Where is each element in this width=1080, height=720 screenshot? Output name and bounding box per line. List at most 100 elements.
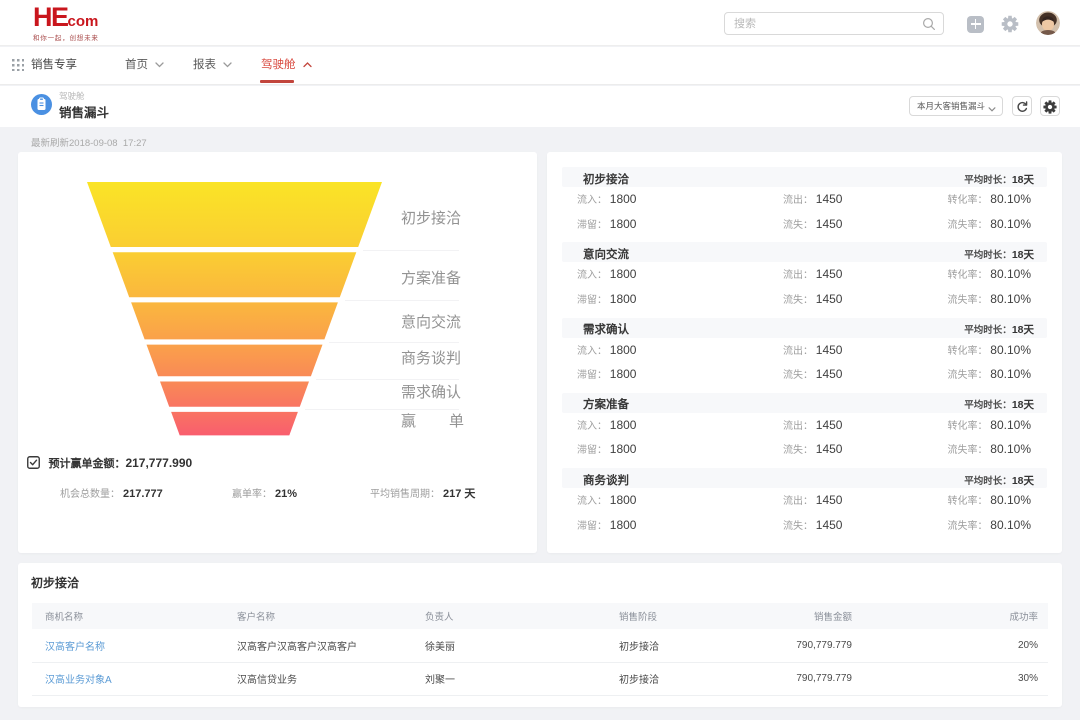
stat-value: 1800	[610, 267, 637, 281]
stage-stat: 流出： 1450	[783, 417, 842, 432]
stat-value: 1450	[816, 442, 843, 456]
table-col-header: 负责人	[412, 603, 606, 629]
logo-com-text: com	[68, 13, 99, 30]
summary-item-value: 21%	[275, 488, 297, 500]
workspace-name[interactable]: 销售专享	[31, 56, 77, 72]
funnel-filter-select[interactable]: 本月大客销售漏斗	[909, 96, 1003, 116]
funnel-stage-label: 意向交流	[401, 315, 464, 331]
stat-label: 滞留：	[577, 521, 607, 532]
stage-stat: 流失率： 80.10%	[948, 291, 1031, 306]
table-row: 汉高业务对象A汉高信贷业务刘聚一初步接洽790,779.77930%	[32, 662, 1048, 695]
table-cell: 20%	[862, 629, 1048, 662]
breadcrumb: 驾驶舱	[59, 90, 85, 102]
opportunity-table-card: 初步接洽 商机名称客户名称负责人销售阶段销售金额成功率 汉高客户名称汉高客户汉高…	[18, 563, 1062, 707]
user-avatar[interactable]	[1036, 11, 1060, 35]
dashboard-badge-icon	[31, 94, 52, 115]
nav-item-cockpit[interactable]: 驾驶舱	[261, 56, 312, 72]
funnel-card: 初步接洽方案准备意向交流商务谈判需求确认赢单 预计赢单金额：217,777.99…	[18, 152, 537, 553]
stage-stat: 流失： 1450	[783, 216, 842, 231]
stage-stat: 流失率： 80.10%	[948, 366, 1031, 381]
table-col-header: 成功率	[862, 603, 1048, 629]
funnel-segment[interactable]	[87, 182, 382, 247]
funnel-stage-label: 初步接洽	[401, 211, 464, 227]
stat-label: 转化率：	[948, 421, 988, 432]
table-title: 初步接洽	[31, 574, 79, 591]
stage-stat: 流入： 1800	[577, 191, 636, 206]
table-cell: 初步接洽	[606, 629, 766, 662]
stage-stat: 流失： 1450	[783, 517, 842, 532]
stage-stat: 转化率： 80.10%	[948, 492, 1031, 507]
chevron-down-icon	[988, 107, 996, 112]
expected-amount: 预计赢单金额：217,777.990	[27, 454, 192, 469]
nav-item-reports[interactable]: 报表	[193, 56, 232, 72]
funnel-segment[interactable]	[147, 345, 323, 377]
settings-gear-icon[interactable]	[1001, 15, 1019, 33]
nav-item-home[interactable]: 首页	[125, 56, 164, 72]
stage-stat: 流入： 1800	[577, 492, 636, 507]
funnel-segment[interactable]	[171, 412, 298, 436]
funnel-row-divider	[363, 250, 459, 251]
stage-stat: 转化率： 80.10%	[948, 191, 1031, 206]
funnel-segment[interactable]	[113, 252, 357, 297]
stage-stat: 流入： 1800	[577, 342, 636, 357]
table-header-row: 商机名称客户名称负责人销售阶段销售金额成功率	[32, 603, 1048, 629]
summary-item: 平均销售周期：217 天	[370, 485, 475, 501]
refresh-icon	[1015, 100, 1029, 114]
stat-value: 1450	[816, 267, 843, 281]
funnel-row-divider	[345, 300, 459, 301]
stat-label: 流失：	[783, 220, 813, 231]
funnel-stage-label: 方案准备	[401, 271, 464, 287]
stat-value: 1450	[816, 192, 843, 206]
stat-label: 转化率：	[948, 195, 988, 206]
stage-stat: 流入： 1800	[577, 266, 636, 281]
funnel-segment[interactable]	[131, 302, 338, 339]
funnel-segment[interactable]	[160, 382, 309, 407]
refresh-button[interactable]	[1012, 96, 1032, 116]
table-cell: 汉高客户汉高客户汉高客户	[224, 629, 412, 662]
opportunity-link[interactable]: 汉高客户名称	[32, 629, 224, 662]
apps-grid-icon[interactable]	[12, 59, 25, 72]
stage-block: 需求确认平均时长：18天流入： 1800流出： 1450转化率： 80.10%滞…	[562, 318, 1047, 338]
stat-label: 转化率：	[948, 270, 988, 281]
stat-value: 80.10%	[990, 292, 1031, 306]
stage-stat: 滞留： 1800	[577, 291, 636, 306]
search-icon[interactable]	[922, 17, 936, 31]
table-cell: 30%	[862, 662, 1048, 695]
table-col-header: 商机名称	[32, 603, 224, 629]
stat-label: 流出：	[783, 195, 813, 206]
nav-item-home-label: 首页	[125, 59, 148, 71]
stat-label: 流入：	[577, 195, 607, 206]
stat-label: 流失：	[783, 521, 813, 532]
sales-funnel-chart[interactable]	[18, 152, 537, 452]
stage-stat: 转化率： 80.10%	[948, 417, 1031, 432]
funnel-stage-label: 商务谈判	[401, 351, 464, 367]
stage-header: 初步接洽平均时长：18天	[562, 167, 1047, 187]
stat-label: 滞留：	[577, 370, 607, 381]
duration-value: 18天	[1012, 324, 1034, 336]
opportunity-link[interactable]: 汉高业务对象A	[32, 662, 224, 695]
stage-name: 商务谈判	[583, 472, 629, 488]
search-box	[724, 12, 944, 35]
hecom-logo[interactable]: HEcom 和你一起，创想未来	[33, 5, 99, 42]
duration-value: 18天	[1012, 249, 1034, 261]
stat-label: 流失率：	[948, 295, 988, 306]
avatar-image	[1036, 11, 1060, 35]
stage-block: 初步接洽平均时长：18天流入： 1800流出： 1450转化率： 80.10%滞…	[562, 167, 1047, 187]
expected-amount-value: 217,777.990	[125, 456, 192, 470]
search-input[interactable]	[734, 13, 914, 34]
stat-value: 1450	[816, 493, 843, 507]
stage-stat: 流出： 1450	[783, 191, 842, 206]
stat-value: 80.10%	[990, 493, 1031, 507]
stage-duration: 平均时长：18天	[964, 473, 1034, 488]
settings-button[interactable]	[1040, 96, 1060, 116]
stage-duration: 平均时长：18天	[964, 397, 1034, 412]
add-button[interactable]	[967, 16, 984, 33]
funnel-row-divider	[329, 342, 459, 343]
funnel-row-divider	[305, 409, 459, 410]
chevron-down-icon	[155, 62, 164, 68]
stage-name: 方案准备	[583, 396, 629, 412]
stat-label: 流出：	[783, 346, 813, 357]
stat-value: 1450	[816, 292, 843, 306]
duration-label: 平均时长：	[964, 476, 1012, 487]
stage-block: 意向交流平均时长：18天流入： 1800流出： 1450转化率： 80.10%滞…	[562, 242, 1047, 262]
